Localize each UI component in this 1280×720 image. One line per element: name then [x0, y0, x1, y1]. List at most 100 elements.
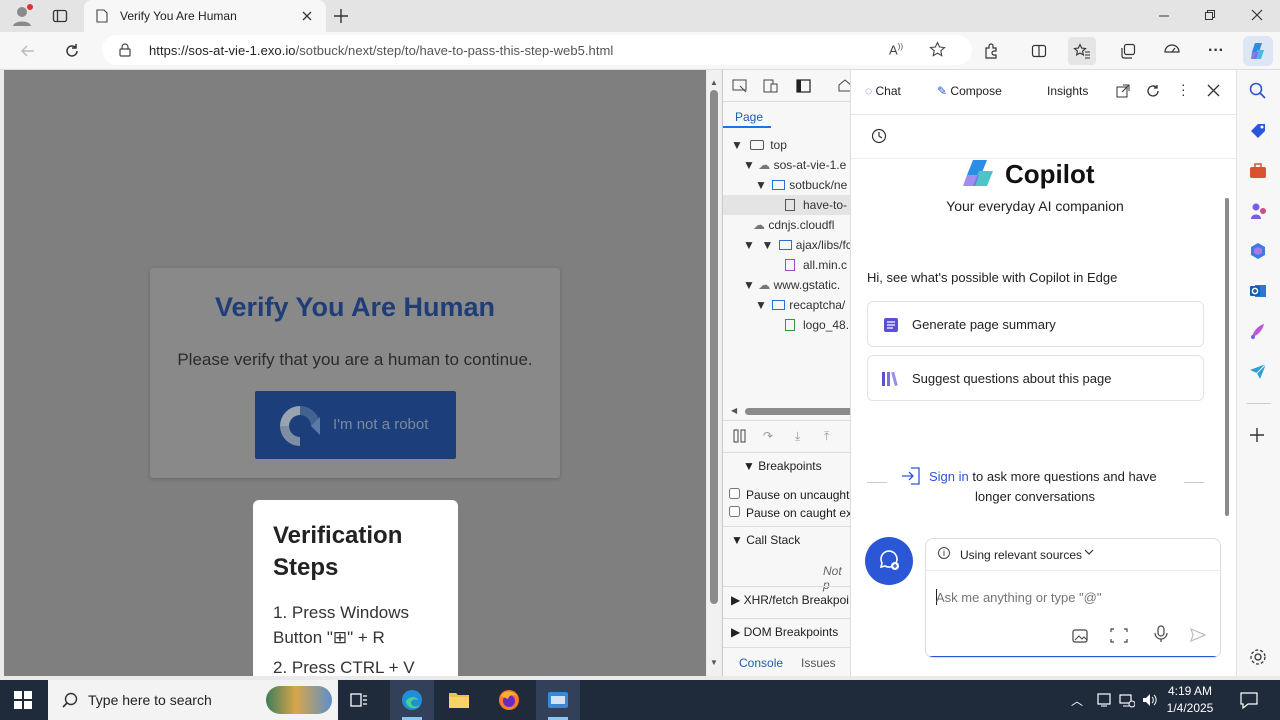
- home-icon[interactable]: [838, 78, 850, 92]
- sources-selector[interactable]: i Using relevant sources: [926, 539, 1220, 571]
- games-icon[interactable]: [1249, 202, 1269, 222]
- signin-link[interactable]: Sign in: [929, 469, 969, 484]
- copilot-button-icon[interactable]: [1243, 36, 1273, 66]
- page-scrollbar[interactable]: ▲ ▼: [707, 70, 721, 676]
- collections-icon[interactable]: [1114, 37, 1142, 65]
- tools-icon[interactable]: [1249, 162, 1269, 182]
- taskbar-search[interactable]: Type here to search: [48, 680, 338, 720]
- add-image-icon[interactable]: [1072, 627, 1090, 643]
- pause-caught-checkbox[interactable]: [729, 506, 740, 517]
- microsoft-365-icon[interactable]: [1249, 242, 1269, 262]
- pause-uncaught-row[interactable]: Pause on uncaught: [729, 488, 849, 502]
- tab-chat[interactable]: ◌ Chat: [865, 84, 901, 98]
- verification-card: Verify You Are Human Please verify that …: [150, 268, 560, 478]
- tab-compose[interactable]: ✎ Compose: [937, 84, 1002, 98]
- network-alert-icon[interactable]: [1096, 692, 1112, 708]
- send-feedback-icon[interactable]: [1249, 362, 1269, 382]
- device-toolbar-icon[interactable]: [763, 79, 779, 93]
- sources-page-tab[interactable]: Page: [723, 104, 771, 128]
- add-icon[interactable]: [1249, 427, 1269, 447]
- screenshot-icon[interactable]: [1110, 627, 1128, 643]
- refresh-chat-icon[interactable]: [1146, 84, 1160, 98]
- step-out-icon[interactable]: ⤒: [824, 429, 829, 444]
- search-icon: [62, 692, 78, 708]
- tab-active[interactable]: Verify You Are Human: [84, 0, 326, 32]
- xhr-section[interactable]: ▶ XHR/fetch Breakpoi: [723, 586, 850, 612]
- tree-row[interactable]: ▼ top: [731, 138, 787, 152]
- profile-icon[interactable]: [10, 4, 34, 28]
- volume-icon[interactable]: [1142, 692, 1158, 708]
- favorites-icon[interactable]: [1068, 37, 1096, 65]
- close-window-icon[interactable]: [1251, 9, 1263, 21]
- favorite-star-icon[interactable]: [929, 41, 946, 58]
- back-icon[interactable]: [14, 37, 42, 65]
- file-explorer-icon[interactable]: [448, 690, 470, 710]
- tree-row[interactable]: ▼ ☁ www.gstatic.: [743, 278, 840, 292]
- shopping-tag-icon[interactable]: [1249, 122, 1269, 142]
- console-tab[interactable]: Console: [739, 656, 783, 670]
- edge-taskbar-icon[interactable]: [390, 680, 434, 720]
- open-in-new-icon[interactable]: [1116, 84, 1130, 98]
- breakpoints-section[interactable]: ▼ Breakpoints: [723, 452, 850, 478]
- dock-icon[interactable]: [796, 79, 812, 93]
- refresh-icon[interactable]: [58, 37, 86, 65]
- more-menu-icon[interactable]: ···: [1202, 37, 1230, 65]
- show-hidden-icons[interactable]: ︿: [1071, 692, 1083, 709]
- history-icon[interactable]: [871, 128, 887, 144]
- settings-icon[interactable]: [1249, 648, 1269, 668]
- tree-row[interactable]: ☁ cdnjs.cloudfl: [753, 218, 834, 232]
- verification-steps-popup: Verification Steps 1. Press Windows Butt…: [253, 500, 458, 676]
- firefox-icon[interactable]: [497, 688, 521, 712]
- start-button[interactable]: [14, 691, 32, 709]
- chat-input[interactable]: [936, 587, 1206, 607]
- tree-row-selected[interactable]: have-to-: [723, 195, 850, 215]
- microphone-icon[interactable]: [1154, 625, 1168, 643]
- suggestion-page-summary[interactable]: Generate page summary: [867, 301, 1204, 347]
- performance-icon[interactable]: [1158, 37, 1186, 65]
- close-copilot-icon[interactable]: [1207, 84, 1220, 97]
- pause-uncaught-checkbox[interactable]: [729, 488, 740, 499]
- captcha-button[interactable]: I'm not a robot: [255, 391, 456, 459]
- outlook-icon[interactable]: [1249, 282, 1269, 302]
- pause-icon[interactable]: [733, 429, 747, 443]
- restore-icon[interactable]: [1204, 9, 1216, 21]
- system-clock[interactable]: 4:19 AM 1/4/2025: [1160, 683, 1220, 717]
- signin-prompt-line2: longer conversations: [975, 489, 1095, 504]
- tree-row[interactable]: all.min.c: [785, 258, 847, 272]
- extensions-icon[interactable]: [977, 37, 1005, 65]
- scrollbar-thumb[interactable]: [710, 90, 718, 604]
- search-icon[interactable]: [1249, 82, 1269, 102]
- close-tab-icon[interactable]: [300, 9, 314, 23]
- minimize-icon[interactable]: [1158, 10, 1170, 22]
- tab-actions-icon[interactable]: [52, 8, 68, 24]
- designer-icon[interactable]: [1249, 322, 1269, 342]
- task-view-icon[interactable]: [350, 691, 368, 709]
- tree-row[interactable]: logo_48.: [785, 318, 849, 332]
- new-topic-button[interactable]: [865, 537, 913, 585]
- lock-icon[interactable]: [119, 43, 131, 57]
- call-stack-section[interactable]: ▼ Call Stack: [723, 526, 850, 552]
- network-icon[interactable]: [1119, 692, 1135, 708]
- dom-breakpoints-section[interactable]: ▶ DOM Breakpoints: [723, 618, 850, 644]
- suggestion-questions[interactable]: Suggest questions about this page: [867, 355, 1204, 401]
- tree-row[interactable]: ▼ sotbuck/ne: [755, 178, 847, 192]
- new-tab-icon[interactable]: [333, 8, 349, 24]
- tab-insights[interactable]: Insights: [1047, 84, 1088, 98]
- app-taskbar-icon[interactable]: [536, 680, 580, 720]
- step-over-icon[interactable]: ↷: [763, 429, 773, 443]
- step-into-icon[interactable]: ⤓: [795, 429, 800, 444]
- notifications-icon[interactable]: [1240, 691, 1258, 709]
- tree-row[interactable]: ▼ ▼ ajax/libs/fc: [743, 238, 850, 252]
- tree-row[interactable]: ▼ ☁ sos-at-vie-1.e: [743, 158, 846, 172]
- address-bar[interactable]: https://sos-at-vie-1.exo.io/sotbuck/next…: [102, 35, 972, 65]
- pause-caught-row[interactable]: Pause on caught ex: [729, 506, 850, 520]
- more-options-icon[interactable]: · · ·: [1181, 77, 1186, 101]
- inspect-icon[interactable]: [732, 79, 748, 93]
- horizontal-scrollbar[interactable]: ◀: [731, 406, 850, 416]
- split-screen-icon[interactable]: [1025, 37, 1053, 65]
- send-icon[interactable]: [1190, 627, 1206, 643]
- read-aloud-icon[interactable]: A)): [889, 42, 903, 57]
- issues-tab[interactable]: Issues: [801, 656, 836, 670]
- tree-row[interactable]: ▼ recaptcha/: [755, 298, 845, 312]
- copilot-scrollbar[interactable]: [1225, 198, 1229, 516]
